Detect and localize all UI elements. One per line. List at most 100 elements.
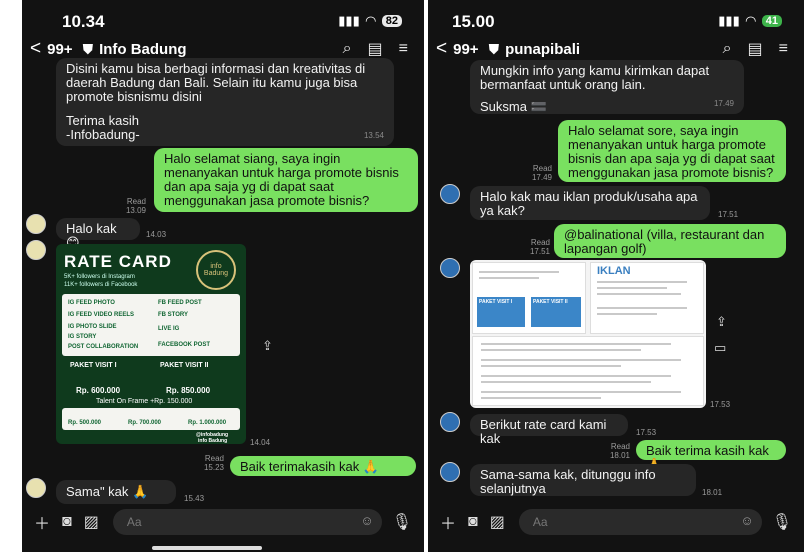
incoming-message[interactable]: Halo kak 😊 <box>56 218 140 250</box>
back-chevron-icon[interactable]: < <box>30 38 41 60</box>
service-item: IG PHOTO SLIDE <box>68 324 117 330</box>
menu-icon[interactable]: ≡ <box>399 40 408 58</box>
message-text: Sama-sama kak, ditunggu info selanjutnya <box>480 467 656 496</box>
iklan-heading: IKLAN <box>597 265 631 277</box>
paket-label: PAKET VISIT I <box>70 362 117 369</box>
rate-card-title: RATE CARD <box>64 252 172 271</box>
read-receipt: Read 17.51 <box>529 238 550 256</box>
message-text: Suksma <box>480 99 527 114</box>
doc-page: PAKET VISIT I PAKET VISIT II <box>472 262 586 334</box>
message-time: 17.51 <box>718 210 739 219</box>
avatar[interactable] <box>26 214 46 234</box>
avatar[interactable] <box>440 184 460 204</box>
emoji: 🟰 <box>530 99 547 114</box>
battery-icon: 41 <box>761 15 782 27</box>
message-text: @balinational (villa, restaurant dan lap… <box>564 227 765 256</box>
notes-icon[interactable]: ▤ <box>748 39 763 59</box>
plus-icon[interactable]: ＋ <box>440 510 456 534</box>
service-item: LIVE IG <box>158 326 180 332</box>
service-item: IG FEED PHOTO <box>68 300 115 306</box>
rate-card-image[interactable]: RATE CARD 5K+ followers di Instagram 11K… <box>56 244 246 444</box>
notes-icon[interactable]: ▤ <box>368 39 383 59</box>
gallery-icon[interactable]: ▭ <box>714 340 726 356</box>
read-receipt: Read 17.49 <box>531 164 552 182</box>
doc-page <box>472 336 704 406</box>
incoming-message[interactable]: Disini kamu bisa berbagi informasi dan k… <box>56 58 394 146</box>
unread-count: 99+ <box>47 40 73 58</box>
status-time: 15.00 <box>452 12 495 31</box>
message-time: 18.01 <box>702 488 723 497</box>
share-icon[interactable]: ⇪ <box>716 314 727 330</box>
message-input[interactable]: Aa ☺ <box>518 509 762 535</box>
mic-icon[interactable]: 🎙 <box>392 512 412 532</box>
price-list-images[interactable]: PAKET VISIT I PAKET VISIT II IKLAN <box>470 260 706 408</box>
avatar[interactable] <box>26 240 46 260</box>
pray-emoji: 🙏 <box>362 459 380 474</box>
input-placeholder: Aa <box>532 515 548 529</box>
menu-icon[interactable]: ≡ <box>779 40 788 58</box>
search-icon[interactable]: ⌕ <box>343 40 352 58</box>
outgoing-message[interactable]: Baik terima kasih kak 🙏 <box>636 440 786 472</box>
avatar[interactable] <box>440 462 460 482</box>
review-price: Rp. 500.000 <box>68 420 102 426</box>
pray-emoji: 🙏 <box>132 484 149 499</box>
camera-icon[interactable]: ◙ <box>468 513 478 531</box>
signal-icon: ▮▮▮ <box>718 13 740 28</box>
message-text: Sama" kak <box>66 484 129 499</box>
camera-icon[interactable]: ◙ <box>62 513 72 531</box>
outgoing-message[interactable]: @balinational (villa, restaurant dan lap… <box>554 224 786 258</box>
message-text: Halo kak <box>66 221 117 236</box>
review-panel: Rp. 500.000 Rp. 700.000 Rp. 1.000.000 <box>62 408 240 430</box>
back-chevron-icon[interactable]: < <box>436 38 447 60</box>
avatar[interactable] <box>26 478 46 498</box>
battery-icon: 82 <box>381 15 402 27</box>
avatar[interactable] <box>440 258 460 278</box>
outgoing-message[interactable]: Halo selamat siang, saya ingin menanyaka… <box>154 148 418 212</box>
paket-label: PAKET VISIT II <box>160 362 209 369</box>
mic-icon[interactable]: 🎙 <box>772 512 792 532</box>
message-input-bar: ＋ ◙ ▨ Aa ☺ 🎙 <box>22 502 424 542</box>
incoming-message[interactable]: Sama-sama kak, ditunggu info selanjutnya <box>470 464 696 496</box>
plus-icon[interactable]: ＋ <box>34 510 50 534</box>
image-icon[interactable]: ▨ <box>84 512 99 532</box>
service-item: IG FEED VIDEO REELS <box>68 312 135 318</box>
right-chat-screen: 15.00 ▮▮▮ ◠ 41 < 99+ ⛊ punapibali ⌕ ▤ ≡ … <box>428 0 804 552</box>
input-placeholder: Aa <box>126 515 142 529</box>
incoming-message[interactable]: Halo kak mau iklan produk/usaha apa ya k… <box>470 186 710 220</box>
message-text: Berikut rate card kami kak <box>480 417 607 446</box>
message-input-bar: ＋ ◙ ▨ Aa ☺ 🎙 <box>428 502 804 542</box>
home-indicator <box>152 546 262 550</box>
service-item: FB FEED POST <box>158 300 202 306</box>
incoming-message[interactable]: Mungkin info yang kamu kirimkan dapat be… <box>470 60 744 114</box>
read-receipt: Read 18.01 <box>609 442 630 460</box>
wifi-icon: ◠ <box>745 13 756 28</box>
message-text: Baik terimakasih kak <box>240 459 360 474</box>
review-price: Rp. 1.000.000 <box>188 420 227 426</box>
incoming-message[interactable]: Berikut rate card kami kak <box>470 414 628 446</box>
chat-title[interactable]: punapibali <box>505 41 723 58</box>
message-text: Baik terima kasih kak <box>646 443 769 458</box>
service-item: FB STORY <box>158 312 189 318</box>
avatar[interactable] <box>440 412 460 432</box>
emoji-icon[interactable]: ☺ <box>740 513 753 528</box>
services-panel: IG FEED PHOTO FB FEED POST IG FEED VIDEO… <box>62 294 240 356</box>
outgoing-message[interactable]: Baik terimakasih kak 🙏 <box>230 456 416 476</box>
paket-price: Rp. 850.000 <box>166 386 211 395</box>
emoji-icon[interactable]: ☺ <box>360 513 373 528</box>
message-time: 13.54 <box>363 131 384 140</box>
share-icon[interactable]: ⇪ <box>262 338 273 354</box>
outgoing-message[interactable]: Halo selamat sore, saya ingin menanyakan… <box>558 120 786 182</box>
read-receipt: Read 15.23 <box>203 454 224 472</box>
service-item: POST COLLABORATION <box>68 344 139 350</box>
search-icon[interactable]: ⌕ <box>723 40 732 58</box>
shield-icon: ⛊ <box>488 40 500 57</box>
message-text: -Infobadung- <box>66 127 140 142</box>
read-receipt: Read 13.09 <box>125 197 146 215</box>
chat-header: < 99+ ⛊ punapibali ⌕ ▤ ≡ <box>428 36 804 62</box>
message-input[interactable]: Aa ☺ <box>112 509 382 535</box>
image-icon[interactable]: ▨ <box>490 512 505 532</box>
status-bar: 15.00 ▮▮▮ ◠ 41 <box>428 10 804 32</box>
message-time: 14.04 <box>250 438 271 447</box>
chat-title[interactable]: Info Badung <box>99 41 343 58</box>
incoming-message[interactable]: Sama" kak 🙏 <box>56 480 176 504</box>
